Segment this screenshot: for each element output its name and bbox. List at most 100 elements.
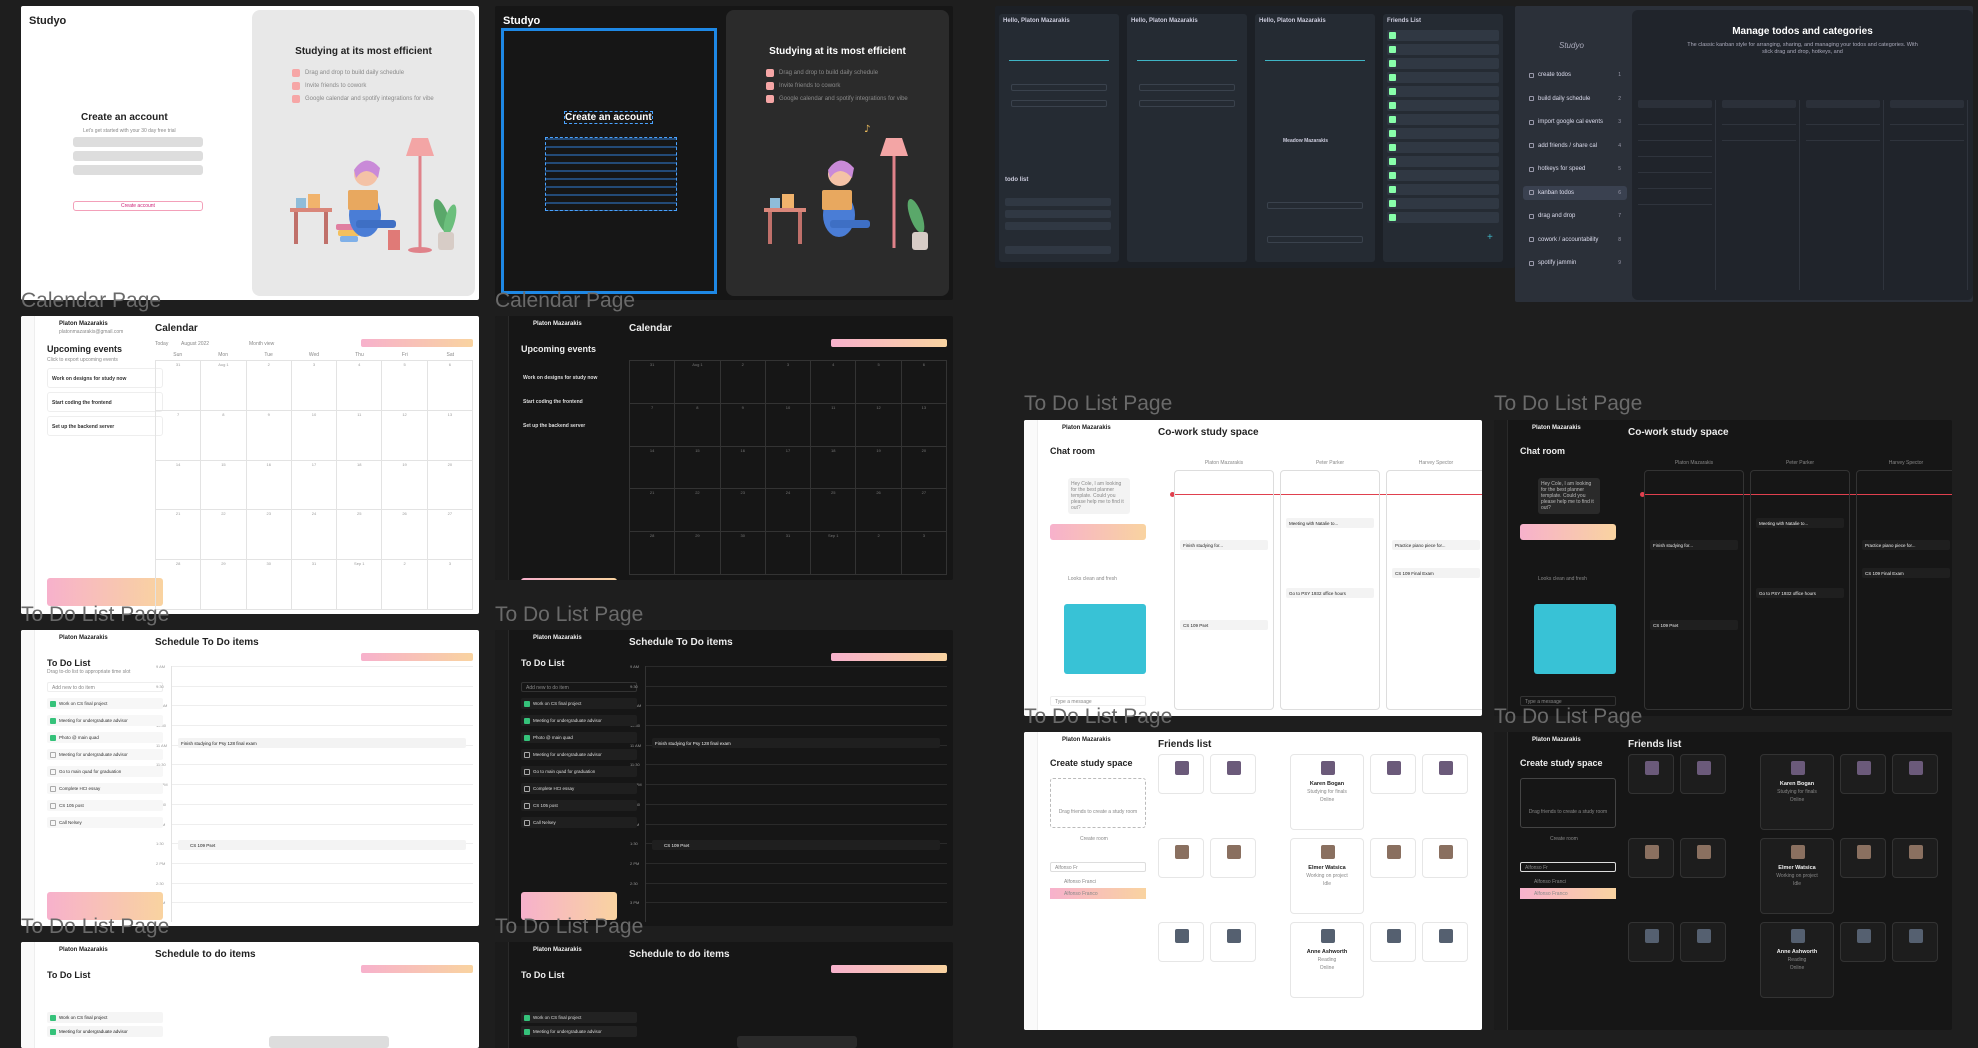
kanban-column-select[interactable] xyxy=(1890,100,1964,108)
calendar-day-cell[interactable]: 21 xyxy=(156,510,202,561)
calendar-day-cell[interactable]: 11 xyxy=(337,410,383,461)
friend-row[interactable] xyxy=(1387,212,1499,223)
friend-row[interactable] xyxy=(1387,198,1499,209)
todo-input-row[interactable] xyxy=(1139,100,1235,107)
todo-item[interactable]: Photo @ main quad xyxy=(47,732,163,743)
calendar-day-cell[interactable]: 3 xyxy=(765,361,812,404)
cowork-task[interactable]: Meeting with Natalie to... xyxy=(1286,518,1374,528)
calendar-day-cell[interactable]: 11 xyxy=(811,403,857,447)
calendar-day-cell[interactable]: 13 xyxy=(901,403,947,447)
calendar-day-cell[interactable]: 7 xyxy=(630,403,676,447)
name-field[interactable] xyxy=(73,137,203,147)
scheduled-task[interactable]: CS 109 Pset xyxy=(178,840,466,850)
calendar-day-cell[interactable]: 29 xyxy=(201,560,247,610)
calendar-day-cell[interactable]: 24 xyxy=(765,489,812,533)
calendar-day-cell[interactable]: 4 xyxy=(811,361,857,404)
friend-row[interactable] xyxy=(1387,86,1499,97)
friend-card[interactable] xyxy=(1892,838,1938,878)
friend-card[interactable] xyxy=(1628,838,1674,878)
friend-row[interactable] xyxy=(1387,142,1499,153)
calendar-day-cell[interactable]: 26 xyxy=(856,489,902,533)
cowork-task[interactable]: Meeting with Natalie to... xyxy=(1756,518,1844,528)
calendar-day-cell[interactable]: 19 xyxy=(856,446,902,490)
calendar-day-cell[interactable]: 17 xyxy=(291,460,338,511)
cowork-task[interactable]: Go to PSY 1932 office hours xyxy=(1756,588,1844,598)
checkbox-icon[interactable] xyxy=(50,819,56,826)
kanban-card[interactable] xyxy=(1806,130,1880,141)
add-friend-icon[interactable]: + xyxy=(1487,232,1493,243)
calendar-day-cell[interactable]: 18 xyxy=(337,460,383,511)
calendar-day-cell[interactable]: 10 xyxy=(765,403,812,447)
event-card[interactable]: Work on designs for study now xyxy=(47,368,163,388)
calendar-day-cell[interactable]: 15 xyxy=(201,460,247,511)
calendar-day-cell[interactable]: 24 xyxy=(291,510,338,561)
cowork-task[interactable]: CS 109 Final Exam xyxy=(1862,568,1950,578)
friend-card[interactable] xyxy=(1422,922,1468,962)
promo-card[interactable] xyxy=(47,578,163,606)
checkbox-icon[interactable] xyxy=(50,785,56,792)
friend-card[interactable] xyxy=(1210,922,1256,962)
search-result[interactable]: Alfonso Franci xyxy=(1520,876,1616,887)
friend-card[interactable] xyxy=(1158,754,1204,794)
friend-card[interactable] xyxy=(1370,922,1416,962)
todo-item[interactable]: Work on CS final project xyxy=(521,698,637,709)
scheduled-task[interactable]: CS 109 Pset xyxy=(652,840,940,850)
calendar-day-cell[interactable]: 15 xyxy=(675,446,721,490)
cowork-task[interactable]: CS 109 Pset xyxy=(1180,620,1268,630)
calendar-day-cell[interactable]: 27 xyxy=(901,489,947,533)
cowork-task[interactable]: Practice piano piece for... xyxy=(1862,540,1950,550)
search-result[interactable]: Alfonso Franco xyxy=(1050,888,1146,899)
calendar-day-cell[interactable]: 20 xyxy=(427,460,473,511)
calendar-day-cell[interactable]: 7 xyxy=(156,410,202,461)
create-room-button[interactable]: Create room xyxy=(1080,836,1108,842)
todo-item[interactable]: Work on CS final project xyxy=(47,1012,163,1023)
todo-item[interactable]: Call Nelsey xyxy=(47,817,163,828)
promo-card[interactable] xyxy=(521,578,617,580)
password-field[interactable] xyxy=(73,165,203,175)
kanban-column-select[interactable] xyxy=(1722,100,1796,108)
check-icon[interactable] xyxy=(50,1028,56,1035)
calendar-day-cell[interactable]: 9 xyxy=(720,403,766,447)
calendar-day-cell[interactable]: 20 xyxy=(901,446,947,490)
feature-item[interactable]: add friends / share cal 4 xyxy=(1523,139,1627,153)
calendar-day-cell[interactable]: 3 xyxy=(291,361,338,411)
calendar-day-cell[interactable]: 13 xyxy=(427,410,473,461)
feature-item[interactable]: spotify jammin 9 xyxy=(1523,256,1627,270)
kanban-column-select[interactable] xyxy=(1638,100,1712,108)
calendar-day-cell[interactable]: 19 xyxy=(382,460,428,511)
kanban-card[interactable] xyxy=(1638,130,1712,141)
scheduled-task[interactable]: Finish studying for Psy 128 final exam xyxy=(652,738,940,748)
cowork-task[interactable]: Go to PSY 1932 office hours xyxy=(1286,588,1374,598)
friend-card[interactable] xyxy=(1158,838,1204,878)
kanban-column-select[interactable] xyxy=(1806,100,1880,108)
checkbox-icon[interactable] xyxy=(50,802,56,809)
checkbox-icon[interactable] xyxy=(50,734,56,741)
calendar-day-cell[interactable]: 25 xyxy=(337,510,383,561)
event-card[interactable]: Set up the backend server xyxy=(47,416,163,436)
calendar-day-cell[interactable]: 22 xyxy=(675,489,721,533)
feature-item[interactable]: kanban todos 6 xyxy=(1523,185,1627,200)
cowork-task[interactable]: Practice piano piece for... xyxy=(1392,540,1480,550)
todo-row[interactable] xyxy=(1005,198,1111,206)
todo-item[interactable]: Photo @ main quad xyxy=(521,732,637,743)
calendar-day-cell[interactable]: 30 xyxy=(246,560,292,610)
kanban-card[interactable] xyxy=(1638,114,1712,125)
calendar-day-cell[interactable]: 3 xyxy=(427,560,473,610)
friend-row[interactable] xyxy=(1387,72,1499,83)
add-todo-input[interactable] xyxy=(1005,246,1111,254)
friend-row[interactable] xyxy=(1387,114,1499,125)
calendar-day-cell[interactable]: 22 xyxy=(201,510,247,561)
calendar-day-cell[interactable]: 5 xyxy=(856,361,902,404)
checkbox-icon[interactable] xyxy=(524,785,530,792)
checkbox-icon[interactable] xyxy=(524,700,530,707)
friend-card[interactable] xyxy=(1680,922,1726,962)
calendar-day-cell[interactable]: 31 xyxy=(630,361,676,404)
calendar-day-cell[interactable]: 3 xyxy=(901,532,947,575)
checkbox-icon[interactable] xyxy=(524,734,530,741)
calendar-day-cell[interactable]: 28 xyxy=(630,532,676,575)
calendar-day-cell[interactable]: 5 xyxy=(382,361,428,411)
todo-row[interactable] xyxy=(1005,210,1111,218)
kanban-card[interactable] xyxy=(1806,114,1880,125)
friend-card[interactable]: Anne Ashworth Reading Online xyxy=(1290,922,1364,998)
calendar-day-cell[interactable]: 4 xyxy=(337,361,383,411)
